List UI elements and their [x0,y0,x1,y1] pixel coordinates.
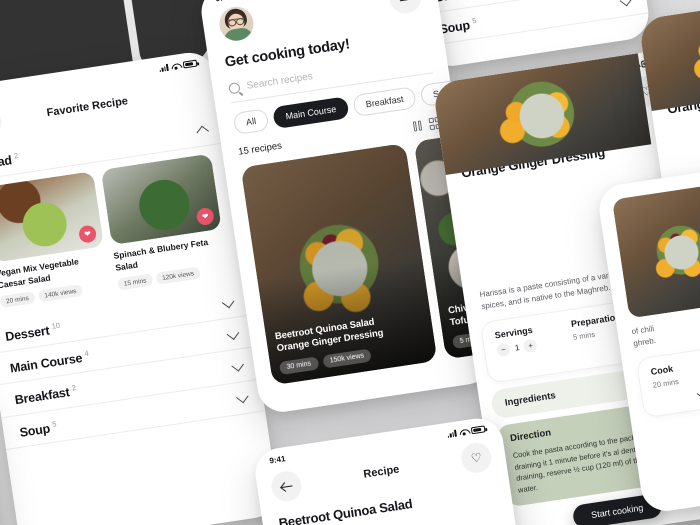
ingredients-label: Ingredients [504,390,557,409]
preparation-value: 5 mins [572,329,596,342]
direction-label: Direction [509,427,552,445]
desc-line1: of chili [630,324,655,337]
cook-label: Cook [650,363,674,377]
section-count: 2 [71,383,77,393]
avatar[interactable] [217,4,256,44]
section-label: Breakfast [13,385,71,408]
increment-button[interactable]: + [523,338,539,354]
battery-icon [470,425,486,435]
section-label: Salad [0,153,13,172]
back-arrow-icon [280,480,293,493]
section-count: 5 [471,16,477,26]
cellular-icon [447,429,457,438]
item-photo [0,171,105,263]
item-photo [100,153,222,246]
section-label: Main Course [9,351,84,376]
cellular-icon [159,63,169,73]
recipe-card-caption: Beetroot Quinoa Salad Orange Ginger Dres… [0,0,121,15]
section-count: 4 [83,349,90,359]
recipe-info-card: Cook 20 mins [635,340,700,419]
views-pill: 120k views [155,266,201,285]
page-title: Favorite Recipe [45,95,129,120]
section-label: Soup [18,421,51,440]
recipe-count: 15 recipes [237,140,283,158]
mockup-stage: Beetroot Quinoa Salad Orange Ginger Dres… [0,0,700,525]
section-count: 2 [13,151,19,161]
chip-main-course[interactable]: Main Course [272,96,350,130]
chevron-down-icon[interactable] [696,386,700,400]
hamburger-menu-button[interactable] [387,0,424,16]
chevron-down-icon[interactable] [226,327,240,340]
time-pill: 20 mins [0,291,36,309]
recipe-photo [611,181,700,319]
section-count: 10 [51,320,61,331]
chevron-down-icon[interactable] [231,359,244,372]
meta-pills: 30 mins 150k views [0,0,121,15]
recipe-card[interactable]: Beetroot Quinoa Salad Orange Ginger Dres… [240,142,438,385]
quantity-stepper[interactable]: − 1 + [496,338,539,358]
collapsed-sections: Dessert10 Main Course4 Breakfast2 Soup5 [0,283,266,450]
wifi-icon [171,62,181,70]
status-time: 9:41 [268,454,287,466]
desc-line2: ghreb. [632,335,657,349]
decrement-button[interactable]: − [496,342,511,358]
favorite-button[interactable]: ♡ [459,440,494,475]
item-thumbnail: ❤ [0,171,105,263]
section-label: Dessert [4,323,51,345]
section-label: Soup [438,18,471,37]
page-title: Recipe [362,463,401,481]
servings-value: 1 [514,343,521,353]
views-pill: 140k views [37,284,84,303]
chip-all[interactable]: All [232,108,270,135]
chip-breakfast[interactable]: Breakfast [352,86,417,118]
servings-label: Servings [494,324,534,341]
recipe-hero-image [611,181,700,319]
section-count: 5 [51,418,57,429]
back-button[interactable] [0,105,4,140]
list-view-icon[interactable] [412,120,422,132]
recipe-cards: Beetroot Quinoa Salad Orange Ginger Dres… [240,132,495,385]
search-icon [228,81,241,95]
battery-icon [182,59,198,69]
list-item[interactable]: ❤ Vegan Mix Vegetable Caesar Salad 20 mi… [0,171,111,309]
back-button[interactable] [269,469,304,504]
section-label: Breakfast [434,0,491,5]
chevron-down-icon[interactable] [221,295,235,309]
wifi-icon [459,428,469,436]
time-pill: 15 mins [117,273,154,291]
servings-block: Servings − 1 + [494,324,539,358]
chevron-up-icon[interactable] [196,125,210,139]
chevron-down-icon[interactable] [236,390,249,404]
list-item[interactable]: ❤ Spinach & Blubery Feta Salad 15 mins 1… [100,153,229,291]
heart-outline-icon: ♡ [469,450,483,466]
item-thumbnail: ❤ [100,153,222,246]
phone-bottom-recipe: 9:41 Recipe ♡ Beetroot Quinoa Salad [252,415,529,525]
chevron-down-icon[interactable] [619,0,633,7]
search-input[interactable]: Search recipes [246,71,314,92]
